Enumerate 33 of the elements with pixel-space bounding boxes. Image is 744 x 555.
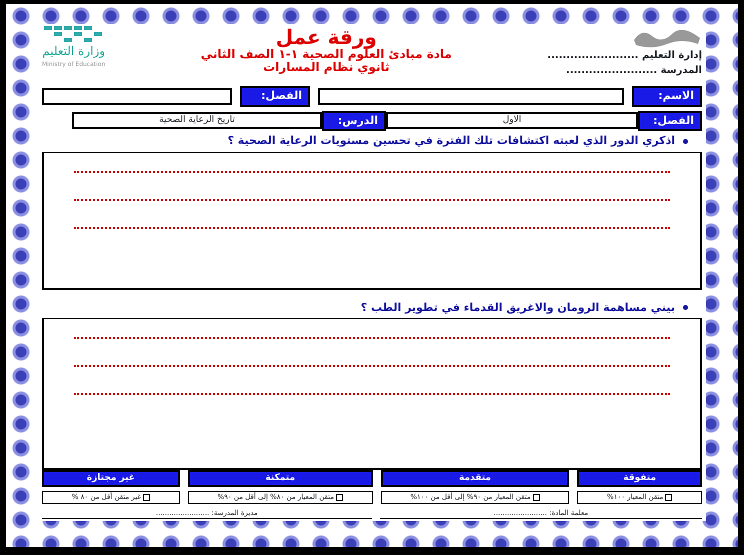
term-label: الفصل:: [638, 110, 702, 131]
checkbox[interactable]: [336, 494, 343, 501]
lesson-value: تاريخ الرعاية الصحية: [72, 112, 322, 130]
ministry-name: وزارة التعليم: [42, 43, 106, 60]
question-text: بيني مساهمة الرومان والاغريق القدماء في تطوير الطب ؟: [360, 300, 675, 316]
level-header: متفوقة: [577, 470, 702, 488]
region-label: إدارة التعليم ........................: [547, 49, 702, 63]
bullet-icon: [683, 305, 688, 310]
name-label: الاسم:: [632, 86, 702, 106]
class-field[interactable]: [42, 88, 232, 105]
fill-in-line[interactable]: [74, 226, 670, 228]
level-header: متقدمة: [380, 470, 570, 488]
fill-in-line[interactable]: [74, 198, 670, 200]
level-header: غير مجتازة: [42, 470, 180, 488]
name-field[interactable]: [318, 88, 624, 105]
term-value: الاول: [386, 112, 638, 130]
track-line: ثانوي نظام المسارات: [262, 61, 390, 74]
checkbox[interactable]: [532, 494, 540, 501]
lesson-label: الدرس:: [322, 110, 386, 131]
fill-in-line[interactable]: [74, 337, 670, 340]
subject-line: مادة مبادئ العلوم الصحية ١-١ الصف الثاني: [200, 48, 452, 62]
level-header: متمكنة: [188, 470, 373, 488]
bullet-icon: [683, 138, 688, 144]
fill-in-line[interactable]: [74, 365, 670, 368]
checkbox[interactable]: [665, 494, 672, 501]
fill-in-line[interactable]: [74, 393, 670, 396]
checkbox[interactable]: [143, 494, 150, 501]
logo-icon: [44, 26, 104, 42]
school-label: المدرسة ........................: [565, 64, 702, 78]
class-label: الفصل:: [240, 86, 310, 106]
question-text: اذكري الدور الذي لعبته اكتشافات تلك الفترة في تحسين مستويات الرعاية الصحية ؟: [228, 133, 675, 149]
worksheet-title: ورقة عمل: [274, 26, 377, 48]
fill-in-line[interactable]: [74, 170, 670, 172]
